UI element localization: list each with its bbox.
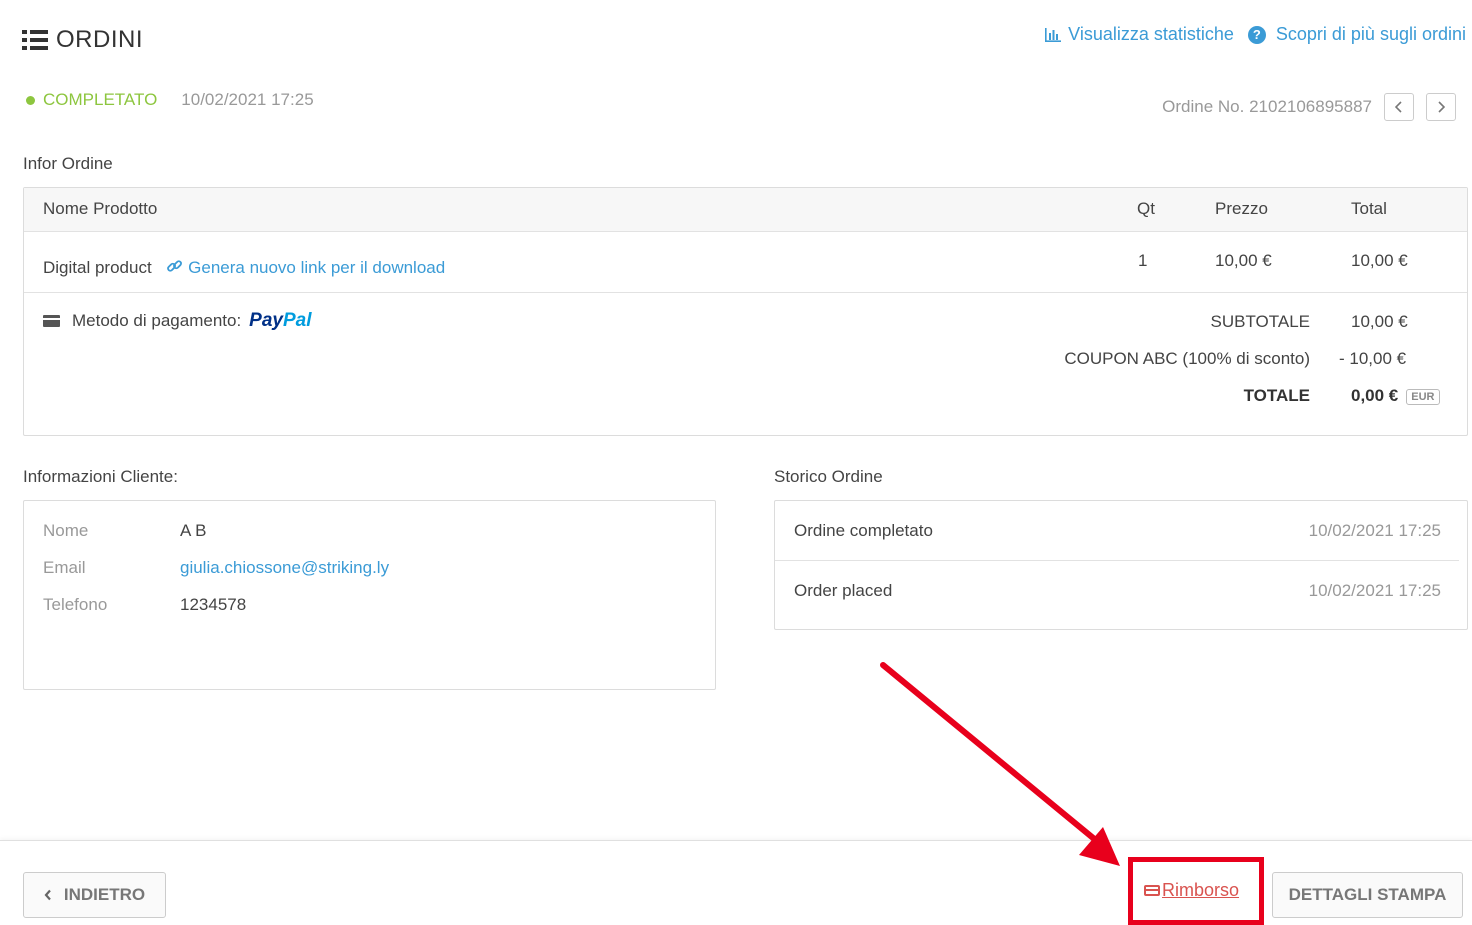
coupon-label: COUPON ABC (100% di sconto) bbox=[1064, 349, 1310, 368]
view-stats-label: Visualizza statistiche bbox=[1068, 24, 1234, 44]
header-links: Visualizza statistiche ? Scopri di più s… bbox=[1044, 24, 1466, 45]
back-button[interactable]: INDIETRO bbox=[23, 872, 166, 918]
view-stats-link[interactable]: Visualizza statistiche bbox=[1044, 24, 1234, 45]
page-title: ORDINI bbox=[56, 26, 143, 53]
order-date: 10/02/2021 17:25 bbox=[181, 90, 314, 109]
customer-info-panel: Nome A B Email giulia.chiossone@striking… bbox=[23, 500, 716, 690]
customer-phone-label: Telefono bbox=[43, 595, 108, 614]
col-product: Nome Prodotto bbox=[43, 199, 158, 218]
history-event-label: Ordine completato bbox=[794, 521, 933, 540]
customer-name: A B bbox=[180, 521, 207, 540]
order-number: Ordine No. 2102106895887 bbox=[1162, 97, 1372, 116]
table-row: Digital product Genera nuovo link per il… bbox=[43, 258, 445, 278]
refund-link[interactable]: Rimborso bbox=[1144, 880, 1239, 901]
order-status: COMPLETATO 10/02/2021 17:25 bbox=[26, 90, 314, 110]
row-divider bbox=[24, 292, 1467, 293]
status-dot-icon bbox=[26, 95, 35, 105]
page-header: ORDINI bbox=[22, 26, 143, 54]
total-label: TOTALE bbox=[1243, 386, 1310, 405]
coupon-value: - 10,00 € bbox=[1339, 349, 1407, 368]
subtotal-label: SUBTOTALE bbox=[1210, 312, 1310, 331]
help-icon[interactable]: ? bbox=[1247, 25, 1266, 44]
subtotal-value: 10,00 € bbox=[1351, 312, 1408, 331]
refund-label: Rimborso bbox=[1162, 880, 1240, 900]
customer-phone: 1234578 bbox=[180, 595, 247, 614]
total-amount: 0,00 € EUR bbox=[1351, 386, 1440, 406]
col-qty: Qt bbox=[1137, 199, 1155, 218]
credit-card-icon bbox=[43, 315, 60, 327]
item-qty: 1 bbox=[1138, 251, 1148, 270]
next-order-button[interactable] bbox=[1426, 93, 1456, 121]
paypal-logo-pay: Pay bbox=[249, 310, 283, 331]
order-history-panel: Ordine completato 10/02/2021 17:25 Order… bbox=[774, 500, 1468, 630]
item-total: 10,00 € bbox=[1351, 251, 1408, 270]
back-button-label: INDIETRO bbox=[63, 885, 146, 904]
chevron-left-icon bbox=[1395, 101, 1402, 113]
link-icon bbox=[167, 260, 183, 272]
order-history-title: Storico Ordine bbox=[774, 467, 883, 486]
learn-more-orders-link[interactable]: Scopri di più sugli ordini bbox=[1276, 24, 1466, 45]
paypal-logo-pal: Pal bbox=[282, 310, 312, 331]
chevron-right-icon bbox=[1438, 101, 1445, 113]
item-price: 10,00 € bbox=[1215, 251, 1272, 270]
col-total: Total bbox=[1351, 199, 1387, 218]
chevron-left-icon bbox=[44, 889, 51, 901]
status-badge: COMPLETATO bbox=[43, 90, 158, 109]
currency-badge: EUR bbox=[1406, 388, 1440, 405]
customer-email-label: Email bbox=[43, 558, 86, 577]
history-event-label: Order placed bbox=[794, 581, 893, 600]
customer-info-title: Informazioni Cliente: bbox=[23, 467, 178, 486]
customer-email-link[interactable]: giulia.chiossone@striking.ly bbox=[180, 558, 389, 578]
prev-order-button[interactable] bbox=[1384, 93, 1414, 121]
col-price: Prezzo bbox=[1215, 199, 1268, 218]
order-info-title: Infor Ordine bbox=[23, 154, 113, 173]
total-value: 0,00 € bbox=[1351, 386, 1399, 405]
order-table: Nome Prodotto Qt Prezzo Total Digital pr… bbox=[23, 187, 1468, 436]
bar-chart-icon bbox=[1045, 27, 1062, 42]
annotation-arrow-icon bbox=[880, 662, 1120, 866]
generate-download-link[interactable]: Genera nuovo link per il download bbox=[166, 258, 445, 277]
order-number-nav: Ordine No. 2102106895887 bbox=[1162, 93, 1456, 121]
product-name: Digital product bbox=[43, 258, 152, 277]
paypal-logo: PayPal bbox=[249, 310, 311, 332]
customer-name-label: Nome bbox=[43, 521, 89, 540]
credit-card-icon bbox=[1144, 885, 1160, 896]
history-event-date: 10/02/2021 17:25 bbox=[1308, 581, 1441, 600]
history-divider bbox=[775, 560, 1459, 561]
payment-label: Metodo di pagamento: bbox=[72, 311, 242, 330]
list-icon bbox=[22, 29, 48, 51]
generate-download-label: Genera nuovo link per il download bbox=[188, 258, 446, 277]
payment-method: Metodo di pagamento: PayPal bbox=[43, 310, 312, 332]
order-table-header: Nome Prodotto Qt Prezzo Total bbox=[24, 188, 1467, 232]
print-details-button[interactable]: DETTAGLI STAMPA bbox=[1272, 872, 1463, 918]
history-event-date: 10/02/2021 17:25 bbox=[1308, 521, 1441, 540]
